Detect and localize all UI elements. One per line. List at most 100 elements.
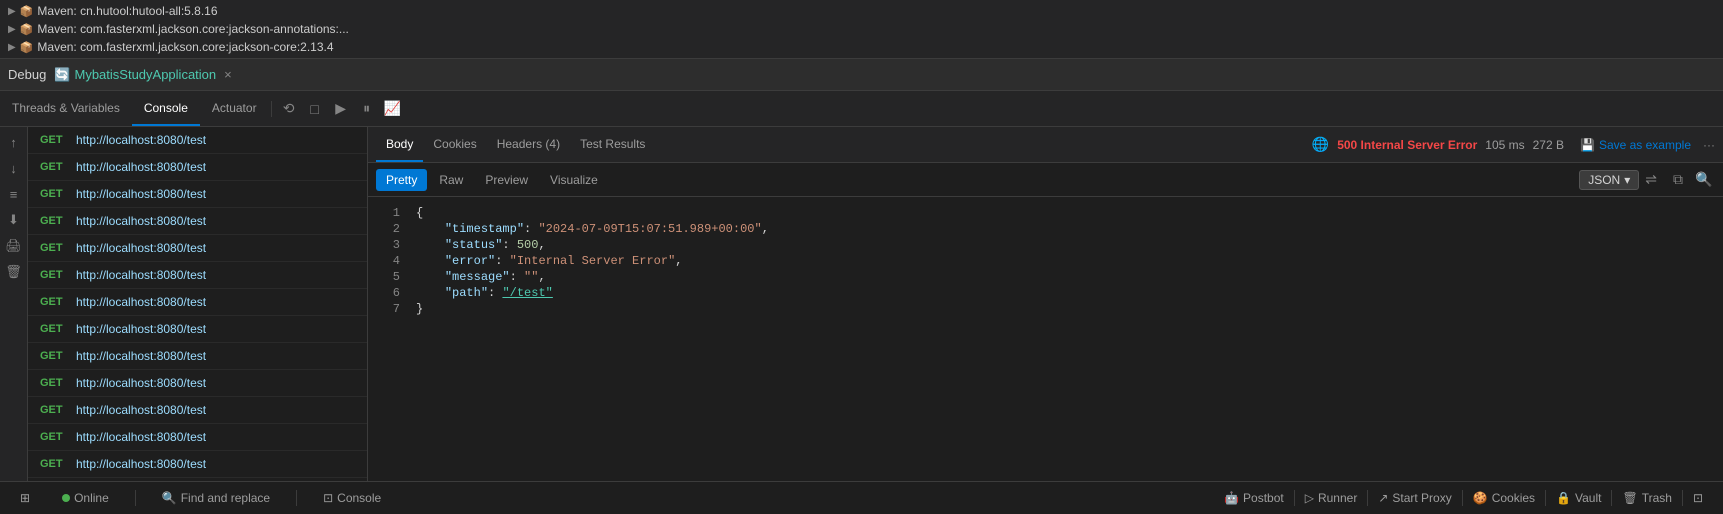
- resp-tab-cookies-label: Cookies: [433, 137, 476, 151]
- find-replace-button[interactable]: 🔍 Find and replace: [154, 482, 278, 514]
- request-item-4[interactable]: GET http://localhost:8080/test: [28, 235, 367, 262]
- request-item-5[interactable]: GET http://localhost:8080/test: [28, 262, 367, 289]
- debug-resume-button[interactable]: ▶: [330, 98, 352, 120]
- toggle-icon: ⊞: [20, 491, 30, 505]
- print-icon[interactable]: 🖨: [3, 235, 25, 257]
- code-line-4: 4 "error": "Internal Server Error",: [368, 253, 1723, 269]
- method-badge: GET: [40, 404, 68, 416]
- resp-tab-test-results[interactable]: Test Results: [570, 127, 655, 162]
- request-item-1[interactable]: GET http://localhost:8080/test: [28, 154, 367, 181]
- request-url: http://localhost:8080/test: [76, 133, 206, 147]
- request-item-3[interactable]: GET http://localhost:8080/test: [28, 208, 367, 235]
- request-item-7[interactable]: GET http://localhost:8080/test: [28, 316, 367, 343]
- status-divider: [1682, 490, 1683, 506]
- method-badge: GET: [40, 242, 68, 254]
- maven-list: ▶ 📦 Maven: cn.hutool:hutool-all:5.8.16 ▶…: [0, 0, 1723, 59]
- format-dropdown[interactable]: JSON ▾: [1579, 170, 1639, 190]
- request-item-12[interactable]: GET http://localhost:8080/test: [28, 451, 367, 478]
- copy-button[interactable]: ⧉: [1667, 169, 1689, 191]
- download-icon[interactable]: ⬇: [3, 209, 25, 231]
- globe-icon[interactable]: 🌐: [1312, 136, 1329, 153]
- search-button[interactable]: 🔍: [1693, 169, 1715, 191]
- response-tabs: Body Cookies Headers (4) Test Results 🌐 …: [368, 127, 1723, 163]
- resp-tab-cookies[interactable]: Cookies: [423, 127, 486, 162]
- request-item-9[interactable]: GET http://localhost:8080/test: [28, 370, 367, 397]
- body-tab-visualize[interactable]: Visualize: [540, 169, 608, 191]
- scroll-up-button[interactable]: ↑: [3, 131, 25, 153]
- app-icon: 🔄: [54, 67, 70, 83]
- code-line-6: 6 "path": "/test": [368, 285, 1723, 301]
- request-item-8[interactable]: GET http://localhost:8080/test: [28, 343, 367, 370]
- tab-actuator[interactable]: Actuator: [200, 91, 269, 126]
- close-debug-button[interactable]: ×: [224, 67, 232, 82]
- body-tab-pretty[interactable]: Pretty: [376, 169, 427, 191]
- debug-chart-button[interactable]: 📈: [382, 98, 404, 120]
- maven-item-1[interactable]: ▶ 📦 Maven: cn.hutool:hutool-all:5.8.16: [0, 2, 1723, 20]
- tab-threads-variables[interactable]: Threads & Variables: [0, 91, 132, 126]
- tab-icons: ⟲ □ ▶ ⏸ 📈: [278, 98, 404, 120]
- filter-icon[interactable]: ⇌: [1645, 171, 1657, 188]
- vault-icon: 🔒: [1556, 491, 1571, 505]
- proxy-icon: ↗: [1378, 491, 1388, 505]
- resp-tab-body[interactable]: Body: [376, 127, 423, 162]
- request-item-10[interactable]: GET http://localhost:8080/test: [28, 397, 367, 424]
- online-status[interactable]: Online: [54, 482, 117, 514]
- request-item-2[interactable]: GET http://localhost:8080/test: [28, 181, 367, 208]
- request-item-0[interactable]: GET http://localhost:8080/test: [28, 127, 367, 154]
- code-line-7: 7 }: [368, 301, 1723, 317]
- cookies-label: Cookies: [1492, 491, 1535, 505]
- expand-button[interactable]: ⊡: [1685, 482, 1711, 514]
- status-divider: [296, 490, 297, 506]
- arrow-icon: ▶: [8, 6, 16, 17]
- format-label: JSON: [1588, 173, 1620, 187]
- request-url: http://localhost:8080/test: [76, 241, 206, 255]
- scroll-down-button[interactable]: ↓: [3, 157, 25, 179]
- body-tabs: Pretty Raw Preview Visualize JSON ▾ ⇌: [368, 163, 1723, 197]
- status-divider: [1462, 490, 1463, 506]
- maven-item-3[interactable]: ▶ 📦 Maven: com.fasterxml.jackson.core:ja…: [0, 38, 1723, 56]
- request-url: http://localhost:8080/test: [76, 214, 206, 228]
- request-url: http://localhost:8080/test: [76, 457, 206, 471]
- line-number: 7: [376, 302, 400, 316]
- request-item-11[interactable]: GET http://localhost:8080/test: [28, 424, 367, 451]
- method-badge: GET: [40, 296, 68, 308]
- save-example-button[interactable]: 💾 Save as example: [1580, 138, 1691, 152]
- maven-item-2[interactable]: ▶ 📦 Maven: com.fasterxml.jackson.core:ja…: [0, 20, 1723, 38]
- code-line-3: 3 "status": 500,: [368, 237, 1723, 253]
- debug-pause-button[interactable]: ⏸: [356, 98, 378, 120]
- request-url: http://localhost:8080/test: [76, 349, 206, 363]
- online-label: Online: [74, 491, 109, 505]
- debug-stop-button[interactable]: □: [304, 98, 326, 120]
- cookies-button[interactable]: 🍪 Cookies: [1465, 482, 1543, 514]
- vault-button[interactable]: 🔒 Vault: [1548, 482, 1609, 514]
- start-proxy-button[interactable]: ↗ Start Proxy: [1370, 482, 1459, 514]
- side-panel: ↑ ↓ ≡ ⬇ 🖨 🗑: [0, 127, 28, 481]
- console-label: Console: [337, 491, 381, 505]
- tab-bar: Threads & Variables Console Actuator ⟲ □…: [0, 91, 1723, 127]
- trash-button[interactable]: 🗑 Trash: [1614, 482, 1679, 514]
- request-url: http://localhost:8080/test: [76, 160, 206, 174]
- postbot-button[interactable]: 🤖 Postbot: [1216, 482, 1292, 514]
- vault-label: Vault: [1575, 491, 1601, 505]
- request-item-6[interactable]: GET http://localhost:8080/test: [28, 289, 367, 316]
- line-content: "error": "Internal Server Error",: [416, 254, 682, 268]
- body-tab-preview[interactable]: Preview: [475, 169, 538, 191]
- line-number: 5: [376, 270, 400, 284]
- runner-button[interactable]: ▷ Runner: [1297, 482, 1366, 514]
- delete-icon[interactable]: 🗑: [3, 261, 25, 283]
- more-button[interactable]: ···: [1703, 138, 1715, 152]
- chevron-down-icon: ▾: [1624, 173, 1630, 187]
- debug-app: 🔄 MybatisStudyApplication ×: [54, 67, 231, 83]
- console-button[interactable]: ⊡ Console: [315, 482, 389, 514]
- save-icon: 💾: [1580, 138, 1595, 152]
- debug-restart-button[interactable]: ⟲: [278, 98, 300, 120]
- filter-icon[interactable]: ≡: [3, 183, 25, 205]
- trash-icon: 🗑: [1622, 491, 1637, 505]
- arrow-icon: ▶: [8, 42, 16, 53]
- body-tab-raw[interactable]: Raw: [429, 169, 473, 191]
- resp-tab-headers[interactable]: Headers (4): [487, 127, 570, 162]
- tab-console[interactable]: Console: [132, 91, 200, 126]
- status-code: 500 Internal Server Error: [1337, 138, 1477, 152]
- method-badge: GET: [40, 188, 68, 200]
- toggle-button[interactable]: ⊞: [12, 482, 38, 514]
